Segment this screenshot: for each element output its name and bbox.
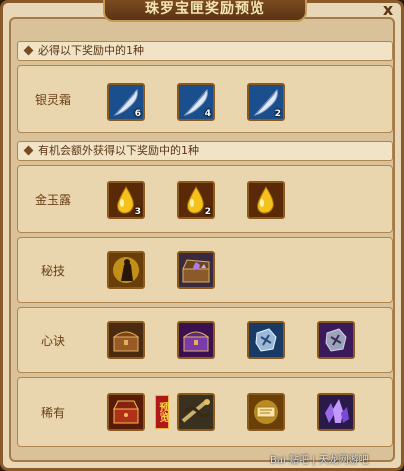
red-chest-icon: [109, 395, 143, 429]
purple-chest-icon: [179, 323, 213, 357]
item-slot-red-chest[interactable]: [107, 393, 145, 431]
item-count: 2: [274, 109, 281, 119]
item-slot-purple-crystal[interactable]: [317, 393, 355, 431]
item-slot-dragon-weapon[interactable]: [177, 393, 215, 431]
dragon-weapon-icon: [179, 395, 213, 429]
item-slot-golden-drop-3[interactable]: 3: [107, 181, 145, 219]
item-slot-brown-chest[interactable]: [107, 321, 145, 359]
blue-rune-icon: [249, 323, 283, 357]
item-slot-golden-drop[interactable]: [247, 181, 285, 219]
item-slot-golden-drop-2[interactable]: 2: [177, 181, 215, 219]
item-count: 4: [204, 109, 211, 119]
purple-rune-icon: [319, 323, 353, 357]
brown-chest-icon: [109, 323, 143, 357]
treasure-chest-icon: [179, 253, 213, 287]
golden-drop-icon: [249, 183, 283, 217]
item-slot-golden-warrior[interactable]: [107, 251, 145, 289]
reward-preview-panel: 珠罗宝匣奖励预览 x 必得以下奖励中的1种 银灵霜 6 4 2 有机会额外获得以…: [0, 0, 404, 471]
item-slot-golden-scroll[interactable]: [247, 393, 285, 431]
window-title: 珠罗宝匣奖励预览: [103, 0, 307, 22]
row-label: 心诀: [40, 333, 65, 348]
close-button[interactable]: x: [379, 1, 397, 19]
preview-tag[interactable]: 预览: [155, 395, 169, 429]
row-label: 金玉露: [34, 192, 71, 207]
row-label: 稀有: [40, 405, 65, 420]
section-header-bonus: 有机会额外获得以下奖励中的1种: [17, 141, 393, 161]
row-label: 银灵霜: [34, 92, 71, 107]
section-header-guaranteed: 必得以下奖励中的1种: [17, 41, 393, 61]
row-label: 秘技: [40, 263, 65, 278]
golden-warrior-icon: [109, 253, 143, 287]
item-slot-purple-chest[interactable]: [177, 321, 215, 359]
golden-scroll-icon: [249, 395, 283, 429]
watermark: Bai 贴吧 | 天龙网游吧: [270, 455, 369, 466]
purple-crystal-icon: [319, 395, 353, 429]
item-count: 3: [134, 207, 141, 217]
item-slot-silver-feather-6[interactable]: 6: [107, 83, 145, 121]
item-count: 6: [134, 109, 141, 119]
item-slot-purple-rune[interactable]: [317, 321, 355, 359]
item-slot-silver-feather-2[interactable]: 2: [247, 83, 285, 121]
item-count: 2: [204, 207, 211, 217]
item-slot-treasure-chest[interactable]: [177, 251, 215, 289]
item-slot-silver-feather-4[interactable]: 4: [177, 83, 215, 121]
item-slot-blue-rune[interactable]: [247, 321, 285, 359]
